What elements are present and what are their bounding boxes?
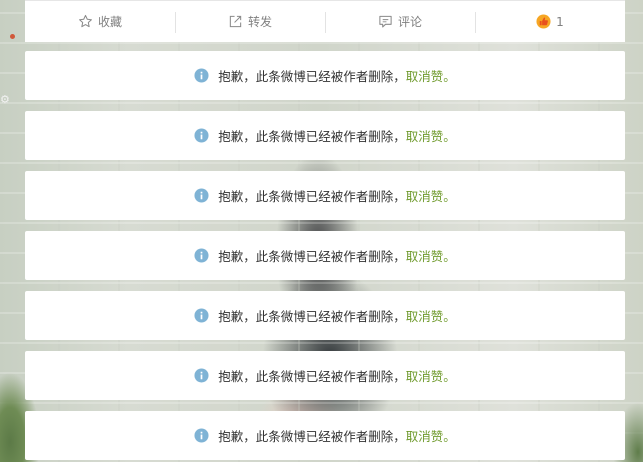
deleted-message: 抱歉，此条微博已经被作者删除，: [218, 189, 406, 204]
post-action-toolbar: 收藏 转发 评论 1: [25, 0, 625, 42]
info-circle-icon: [194, 188, 209, 203]
cancel-like-link[interactable]: 取消赞: [406, 126, 444, 145]
deleted-message: 抱歉，此条微博已经被作者删除，: [218, 129, 406, 144]
info-circle-icon: [194, 128, 209, 143]
favorite-label: 收藏: [97, 15, 122, 29]
weibo-feed-page: ⚙ 收藏 转发 评论 1 抱歉，此条微博已经被作者删除， 取消赞 。 抱歉，此条…: [0, 0, 643, 462]
comment-label: 评论: [397, 15, 422, 29]
deleted-post-card: 抱歉，此条微博已经被作者删除， 取消赞。: [25, 171, 625, 220]
favorite-button[interactable]: 收藏: [25, 1, 175, 42]
thumbs-up-icon: [536, 14, 551, 29]
end-punctuation: 。: [443, 189, 456, 204]
gear-icon[interactable]: ⚙: [0, 94, 12, 106]
info-circle-icon: [194, 68, 209, 83]
deleted-message: 抱歉，此条微博已经被作者删除，: [218, 309, 406, 324]
deleted-message: 抱歉，此条微博已经被作者删除，: [218, 249, 406, 264]
end-punctuation: 。: [443, 309, 456, 324]
end-punctuation: 。: [443, 429, 456, 444]
cancel-like-link[interactable]: 取消赞: [406, 366, 444, 385]
repost-button[interactable]: 转发: [175, 1, 325, 42]
star-outline-icon: [79, 14, 92, 28]
end-punctuation: 。: [443, 129, 456, 144]
comment-bubble-icon: [379, 15, 392, 28]
deleted-post-card: 抱歉，此条微博已经被作者删除， 取消赞。: [25, 291, 625, 340]
deleted-post-card: 抱歉，此条微博已经被作者删除， 取消赞。: [25, 51, 625, 100]
repost-label: 转发: [247, 15, 272, 29]
cancel-like-link[interactable]: 取消赞: [406, 186, 444, 205]
deleted-message: 抱歉，此条微博已经被作者删除，: [218, 429, 406, 444]
deleted-message: 抱歉，此条微博已经被作者删除，: [218, 369, 406, 384]
deleted-post-card: 抱歉，此条微博已经被作者删除， 取消赞。: [25, 351, 625, 400]
cancel-like-link[interactable]: 取消赞: [406, 426, 444, 445]
info-circle-icon: [194, 248, 209, 263]
cancel-like-link[interactable]: 取消赞: [406, 66, 444, 85]
cancel-like-link[interactable]: 取消赞: [406, 306, 444, 325]
background-red-dot: [10, 34, 15, 39]
end-punctuation: 。: [443, 369, 456, 384]
cancel-like-link[interactable]: 取消赞: [406, 246, 444, 265]
deleted-post-card: 抱歉，此条微博已经被作者删除， 取消赞。: [25, 231, 625, 280]
end-punctuation: 。: [443, 249, 456, 264]
like-count: 1: [556, 14, 564, 29]
comment-button[interactable]: 评论: [325, 1, 475, 42]
info-circle-icon: [194, 308, 209, 323]
like-button[interactable]: 1: [475, 1, 625, 42]
share-arrow-icon: [229, 15, 242, 28]
deleted-message: 抱歉，此条微博已经被作者删除，: [218, 69, 406, 84]
info-circle-icon: [194, 368, 209, 383]
deleted-post-card: 抱歉，此条微博已经被作者删除， 取消赞。: [25, 111, 625, 160]
end-punctuation: 。: [443, 69, 456, 84]
info-circle-icon: [194, 428, 209, 443]
deleted-post-card: 抱歉，此条微博已经被作者删除， 取消赞。: [25, 411, 625, 460]
